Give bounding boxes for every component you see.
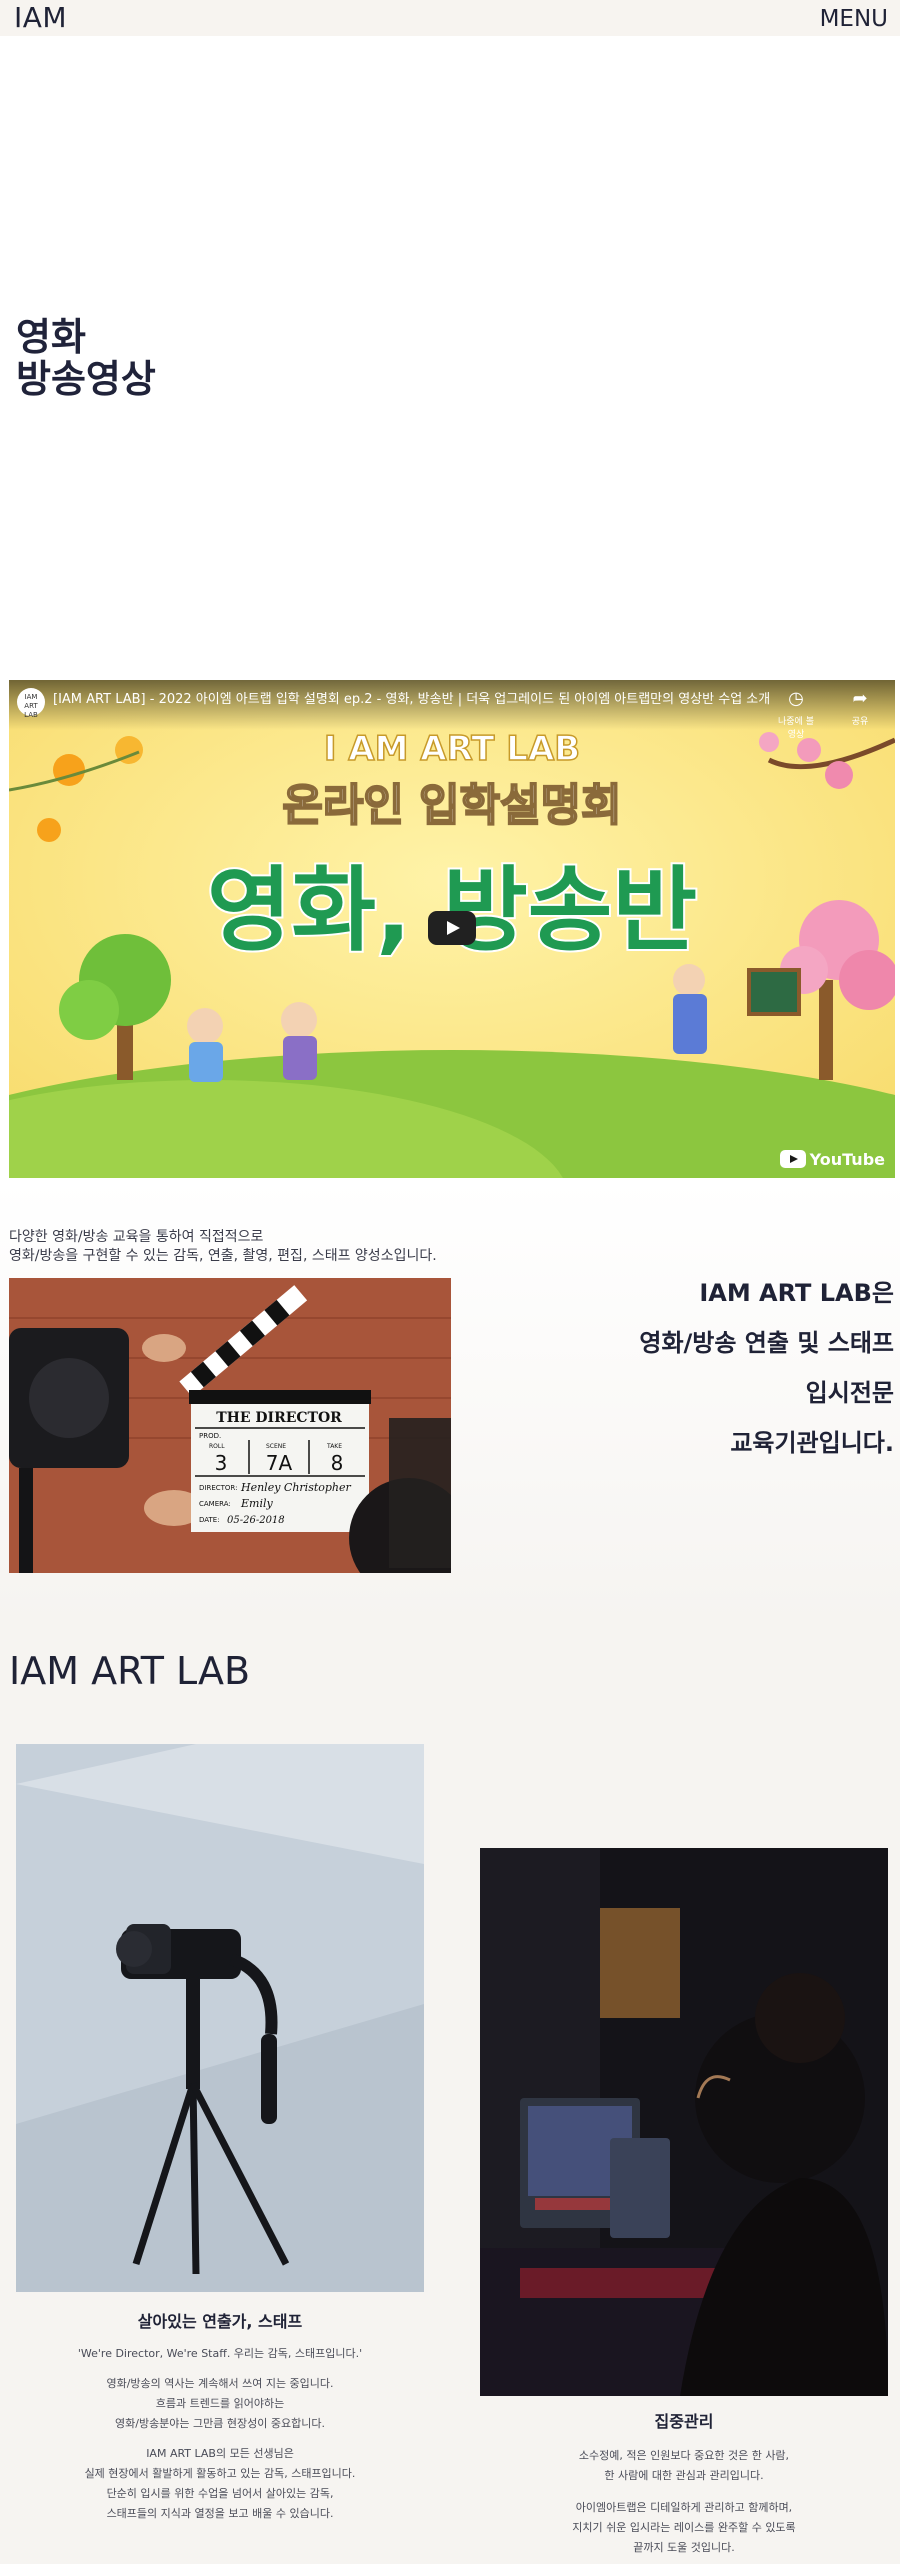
tagline-line2: 영화/방송 연출 및 스태프 [639,1329,894,1357]
clapper-title: THE DIRECTOR [216,1410,342,1426]
card1-p1-line1: 영화/방송의 역사는 계속해서 쓰여 지는 중입니다. [106,2377,334,2390]
youtube-embed[interactable]: I AM ART LAB 온라인 입학설명회 영화, 방송반 IAM ART L… [9,680,895,1178]
page-title: 영화 방송영상 [16,316,156,400]
card1-p2-line2: 실제 현장에서 활발하게 활동하고 있는 감독, 스태프입니다. [84,2467,356,2480]
share-button[interactable]: ➦ 공유 [845,684,880,727]
intro-line2: 영화/방송을 구현할 수 있는 감독, 연출, 촬영, 편집, 스태프 양성소입… [9,1248,437,1264]
card1-text: 'We're Director, We're Staff. 우리는 감독, 스태… [16,2344,424,2524]
menu-button[interactable]: MENU [820,6,888,32]
tagline-line3: 입시전문 [805,1379,894,1407]
youtube-wordmark: YouTube [809,1149,885,1169]
watch-later-button[interactable]: ◷ 나중에 볼 영상 [778,684,816,740]
card1-title: 살아있는 연출가, 스태프 [137,2312,303,2331]
tagline-line1: IAM ART LAB은 [699,1279,894,1307]
clapper-prod: PROD. [199,1432,221,1440]
card1-p2-line4: 스태프들의 지식과 열정을 보고 배울 수 있습니다. [106,2507,334,2520]
section-title: IAM ART LAB [9,1649,251,1693]
play-button[interactable] [428,911,476,945]
clapper-camera-label: CAMERA: [199,1500,231,1508]
thumb-brand: I AM ART LAB [324,729,580,769]
share-label: 공유 [851,717,869,727]
page-title-line1: 영화 [16,315,86,359]
card1-p2-line1: IAM ART LAB의 모든 선생님은 [146,2447,294,2460]
clapper-camera: Emily [240,1497,273,1510]
watch-later-label: 나중에 볼 영상 [778,717,814,740]
card2-title: 집중관리 [654,2412,714,2431]
tagline-line4: 교육기관입니다. [730,1429,894,1457]
tagline: IAM ART LAB은 영화/방송 연출 및 스태프 입시전문 교육기관입니다… [514,1268,894,1468]
card2-p1-line2: 한 사람에 대한 관심과 관리입니다. [604,2469,764,2482]
card1-p2-line3: 단순히 입시를 위한 수업을 넘어서 살아있는 감독, [106,2487,334,2500]
clapper-take-label: TAKE [326,1443,342,1450]
card2-p2-line1: 아이엠아트랩은 디테일하게 관리하고 함께하며, [575,2501,793,2514]
gimbal-camera-photo [16,1744,424,2292]
clapper-roll-label: ROLL [209,1443,225,1450]
card2-p1-line1: 소수정예, 적은 인원보다 중요한 것은 한 사람, [578,2449,790,2462]
clapper-date-label: DATE: [199,1516,220,1524]
clapper-date: 05-26-2018 [227,1515,285,1526]
clapper-director: Henley Christopher [240,1481,352,1494]
card2-p2-line3: 끝까지 도울 것입니다. [633,2541,735,2554]
clapper-director-label: DIRECTOR: [199,1484,237,1492]
share-icon: ➦ [852,688,868,709]
clock-icon: ◷ [788,688,804,709]
site-logo[interactable]: IAM [14,2,67,34]
editor-at-desk-photo [480,1848,888,2396]
intro-line1: 다양한 영화/방송 교육을 통하여 직접적으로 [9,1229,264,1245]
card2-text: 소수정예, 적은 인원보다 중요한 것은 한 사람, 한 사람에 대한 관심과 … [480,2446,888,2558]
thumb-subtitle: 온라인 입학설명회 [282,780,621,831]
clapperboard-photo: THE DIRECTOR PROD. ROLL SCENE TAKE 3 7A … [9,1278,451,1573]
youtube-logo[interactable]: YouTube [779,1148,885,1170]
clapper-roll: 3 [215,1451,228,1475]
site-header: IAM MENU [0,0,900,36]
clapper-scene-label: SCENE [266,1443,286,1450]
youtube-icon [779,1150,806,1168]
play-icon [447,921,460,935]
channel-avatar[interactable]: IAM ART LAB [17,688,45,719]
intro-text: 다양한 영화/방송 교육을 통하여 직접적으로 영화/방송을 구현할 수 있는 … [9,1228,437,1266]
card1-p1-line2: 흐름과 트렌드를 읽어야하는 [155,2397,285,2410]
card1-p1-line3: 영화/방송분야는 그만큼 현장성이 중요합니다. [115,2417,325,2430]
card2-p2-line2: 지치기 쉬운 입시라는 레이스를 완주할 수 있도록 [572,2521,796,2534]
video-title[interactable]: [IAM ART LAB] - 2022 아이엠 아트랩 입학 설명회 ep.2… [53,692,773,708]
clapper-take: 8 [331,1451,344,1475]
card1-quote: 'We're Director, We're Staff. 우리는 감독, 스태… [77,2347,363,2360]
clapper-scene: 7A [266,1451,293,1475]
page-title-line2: 방송영상 [16,357,156,401]
